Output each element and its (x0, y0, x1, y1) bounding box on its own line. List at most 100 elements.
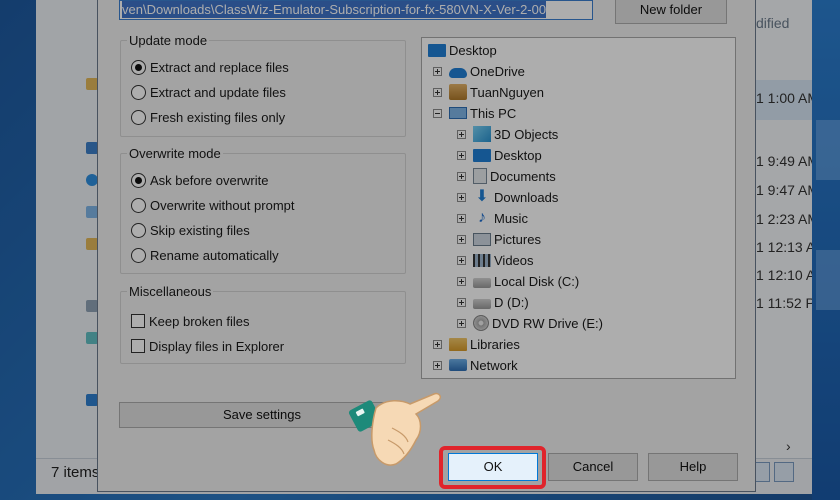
tree-item-onedrive[interactable]: OneDrive (433, 61, 525, 81)
radio-selected-icon[interactable] (131, 59, 146, 75)
expand-icon[interactable] (457, 318, 466, 328)
tree-item-label: Network (470, 357, 518, 373)
scroll-right-icon[interactable]: › (786, 438, 791, 454)
radio-extract-and-update[interactable]: Extract and update files (131, 82, 286, 102)
tree-item-3d-objects[interactable]: 3D Objects (457, 124, 558, 144)
expand-icon[interactable] (457, 297, 466, 307)
new-folder-button[interactable]: New folder (615, 0, 727, 24)
tree-item-desktop-folder[interactable]: Desktop (457, 145, 542, 165)
local-disk-icon (473, 278, 491, 288)
radio-icon[interactable] (131, 109, 146, 125)
collapse-icon[interactable] (433, 108, 442, 118)
file-date: 1 12:10 A (756, 267, 816, 283)
tree-item-label: Libraries (470, 336, 520, 352)
radio-icon[interactable] (131, 197, 146, 213)
tree-item-videos[interactable]: Videos (457, 250, 534, 270)
radio-icon[interactable] (131, 247, 146, 263)
radio-overwrite-without-prompt[interactable]: Overwrite without prompt (131, 195, 295, 215)
tree-item-label: Videos (494, 252, 534, 268)
tree-item-drive-d[interactable]: D (D:) (457, 292, 529, 312)
tree-item-tuannguyen[interactable]: TuanNguyen (433, 82, 544, 102)
expand-icon[interactable] (457, 234, 466, 244)
tree-item-label: Desktop (449, 42, 497, 58)
tree-item-label: Music (494, 210, 528, 226)
pictures-icon (473, 232, 491, 246)
radio-extract-and-replace[interactable]: Extract and replace files (131, 57, 289, 77)
user-folder-icon (449, 84, 467, 100)
pointing-hand-icon (348, 392, 441, 466)
tree-item-label: D (D:) (494, 294, 529, 310)
tree-item-libraries[interactable]: Libraries (433, 334, 520, 354)
option-label: Display files in Explorer (149, 338, 285, 354)
file-date: 1 1:00 AM (756, 90, 820, 106)
tree-item-music[interactable]: ♪ Music (457, 208, 528, 228)
desktop-icon (473, 148, 491, 162)
wallpaper-light (816, 120, 840, 180)
option-label: Extract and update files (150, 84, 286, 100)
expand-icon[interactable] (457, 129, 466, 139)
large-icons-view-icon[interactable] (774, 462, 794, 482)
tree-item-network[interactable]: Network (433, 355, 518, 375)
wallpaper-light (816, 250, 840, 310)
expand-icon[interactable] (433, 360, 442, 370)
checkbox-display-in-explorer[interactable]: Display files in Explorer (131, 336, 284, 356)
desktop-icon (428, 43, 446, 57)
tree-item-desktop[interactable]: Desktop (428, 40, 497, 60)
radio-skip-existing[interactable]: Skip existing files (131, 220, 250, 240)
documents-icon (473, 168, 487, 184)
tree-item-pictures[interactable]: Pictures (457, 229, 541, 249)
expand-icon[interactable] (433, 66, 442, 76)
tree-item-label: This PC (470, 105, 517, 121)
radio-icon[interactable] (131, 222, 146, 238)
tree-item-label: Pictures (494, 231, 541, 247)
expand-icon[interactable] (433, 339, 442, 349)
expand-icon[interactable] (457, 171, 466, 181)
tree-item-label: 3D Objects (494, 126, 559, 142)
explorer-nav-pane (36, 0, 98, 458)
miscellaneous-legend: Miscellaneous (129, 284, 212, 299)
file-date: 1 9:47 AM (756, 182, 820, 198)
tree-item-label: Local Disk (C:) (494, 273, 580, 289)
option-label: Fresh existing files only (150, 109, 286, 125)
date-modified-header[interactable]: dified (756, 15, 789, 31)
tree-item-downloads[interactable]: ⬇ Downloads (457, 187, 558, 207)
expand-icon[interactable] (457, 150, 466, 160)
tree-item-label: Documents (490, 168, 556, 184)
downloads-icon: ⬇ (475, 188, 489, 205)
tree-item-local-disk-c[interactable]: Local Disk (C:) (457, 271, 579, 291)
tree-item-label: DVD RW Drive (E:) (492, 315, 603, 331)
expand-icon[interactable] (457, 213, 466, 223)
checkbox-keep-broken-files[interactable]: Keep broken files (131, 311, 249, 331)
expand-icon[interactable] (433, 87, 442, 97)
radio-selected-icon[interactable] (131, 172, 146, 188)
videos-icon (473, 253, 491, 267)
expand-icon[interactable] (457, 276, 466, 286)
this-pc-icon (449, 107, 467, 119)
option-label: Rename automatically (150, 247, 279, 263)
checkbox-icon[interactable] (131, 314, 145, 328)
tree-item-documents[interactable]: Documents (457, 166, 556, 186)
help-button[interactable]: Help (648, 453, 738, 481)
radio-ask-before-overwrite[interactable]: Ask before overwrite (131, 170, 269, 190)
overwrite-mode-legend: Overwrite mode (129, 146, 221, 161)
tree-item-this-pc[interactable]: This PC (433, 103, 516, 123)
file-date: 1 9:49 AM (756, 153, 820, 169)
radio-rename-automatically[interactable]: Rename automatically (131, 245, 279, 265)
option-label: Extract and replace files (150, 59, 289, 75)
radio-icon[interactable] (131, 84, 146, 100)
cancel-button[interactable]: Cancel (548, 453, 638, 481)
radio-fresh-existing[interactable]: Fresh existing files only (131, 107, 285, 127)
tree-item-label: Desktop (494, 147, 542, 163)
tree-item-dvd-drive-e[interactable]: DVD RW Drive (E:) (457, 313, 603, 333)
libraries-icon (449, 337, 467, 351)
path-value: ven\Downloads\ClassWiz-Emulator-Subscrip… (122, 1, 547, 18)
music-icon: ♪ (478, 209, 486, 226)
expand-icon[interactable] (457, 255, 466, 265)
option-label: Ask before overwrite (150, 172, 269, 188)
explorer-date-column (754, 0, 812, 458)
option-label: Skip existing files (150, 222, 250, 238)
ok-button[interactable]: OK (448, 453, 538, 481)
checkbox-icon[interactable] (131, 339, 145, 353)
destination-path-input[interactable]: ven\Downloads\ClassWiz-Emulator-Subscrip… (119, 0, 593, 20)
expand-icon[interactable] (457, 192, 466, 202)
